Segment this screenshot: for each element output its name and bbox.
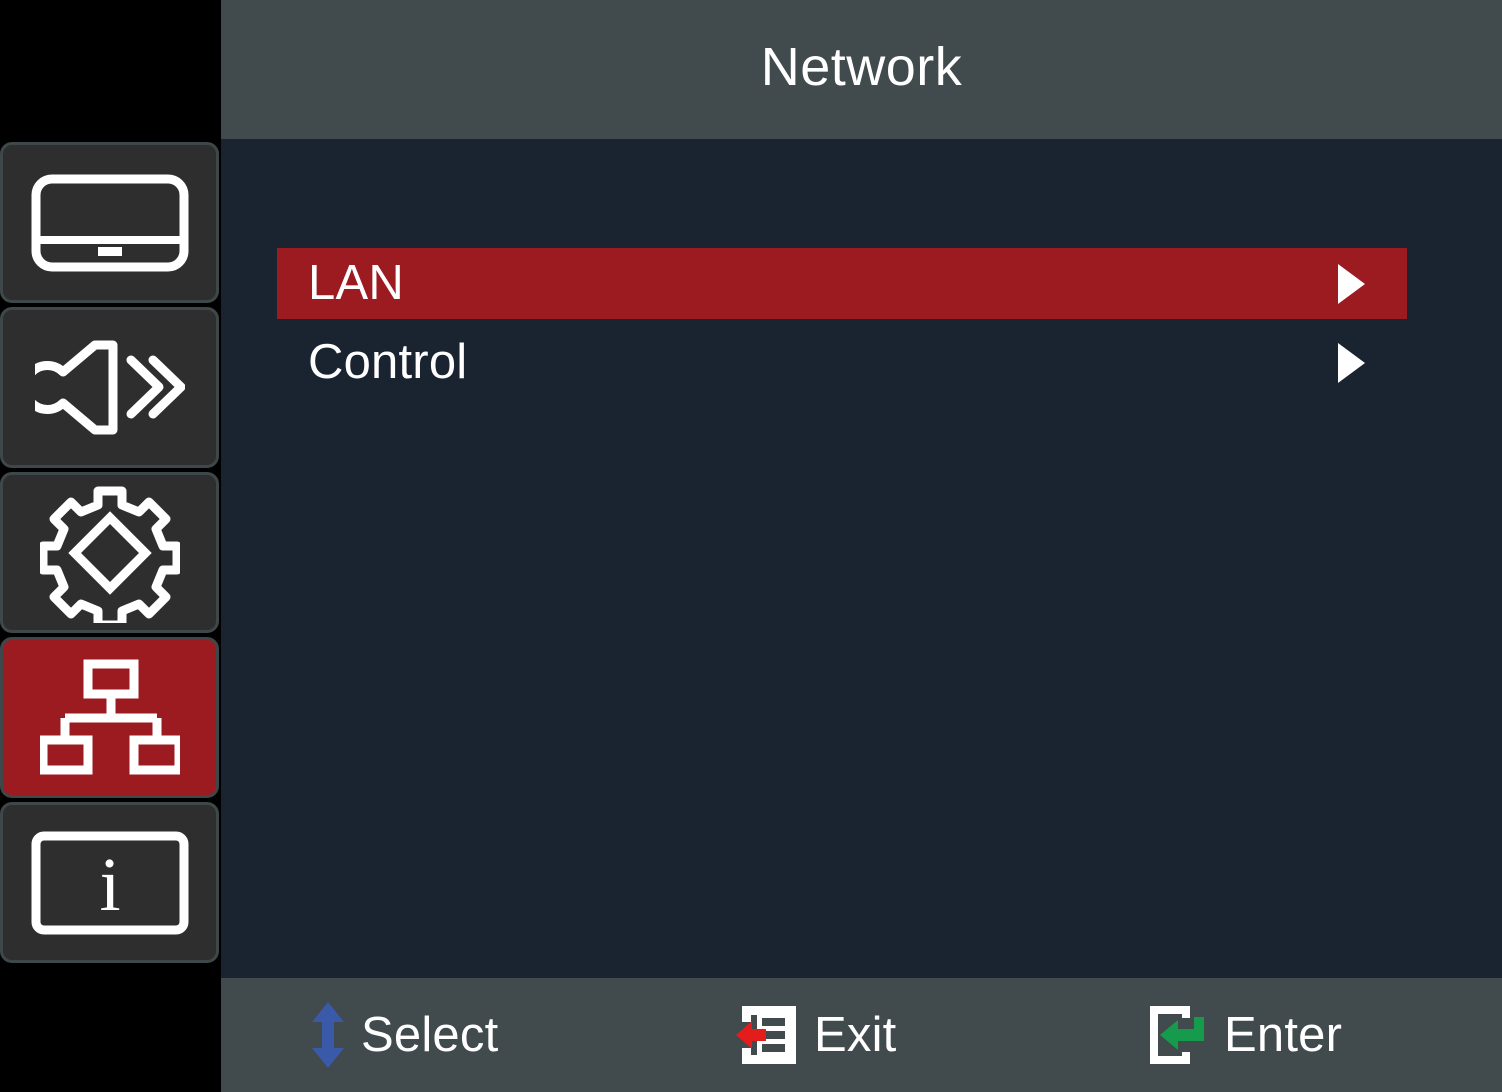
content-area: LAN Control xyxy=(221,139,1502,978)
gear-icon xyxy=(39,483,180,623)
footer-bar: Select Exit Enter xyxy=(221,978,1502,1092)
hint-enter[interactable]: Enter xyxy=(1146,978,1342,1092)
sidebar-item-information[interactable]: i xyxy=(0,802,219,963)
hint-label: Exit xyxy=(814,1007,897,1062)
enter-return-icon xyxy=(1146,1004,1208,1066)
display-icon xyxy=(30,173,190,273)
exit-menu-icon xyxy=(736,1004,798,1066)
menu-item-label: LAN xyxy=(308,256,404,310)
hint-exit[interactable]: Exit xyxy=(736,978,896,1092)
sidebar-item-network[interactable] xyxy=(0,637,219,798)
osd-root: Network i LAN Control Select Exit Enter xyxy=(0,0,1502,1092)
header-bar: Network xyxy=(221,0,1502,139)
chevron-right-icon xyxy=(1338,263,1365,304)
svg-text:i: i xyxy=(99,843,120,927)
page-title: Network xyxy=(760,36,963,97)
menu-item-control[interactable]: Control xyxy=(277,327,1365,398)
sidebar-item-setup[interactable] xyxy=(0,472,219,633)
menu-item-label: Control xyxy=(308,335,468,389)
hint-select[interactable]: Select xyxy=(311,978,498,1092)
sidebar-item-audio[interactable] xyxy=(0,307,219,468)
sidebar: i xyxy=(0,142,221,970)
menu-item-lan[interactable]: LAN xyxy=(277,248,1407,319)
hint-label: Select xyxy=(361,1007,499,1062)
information-icon: i xyxy=(30,830,190,936)
up-down-arrow-icon xyxy=(311,1002,345,1068)
chevron-right-icon xyxy=(1338,342,1365,383)
network-hierarchy-icon xyxy=(39,658,180,778)
hint-label: Enter xyxy=(1224,1007,1343,1062)
audio-speaker-icon xyxy=(34,335,185,440)
sidebar-item-display[interactable] xyxy=(0,142,219,303)
